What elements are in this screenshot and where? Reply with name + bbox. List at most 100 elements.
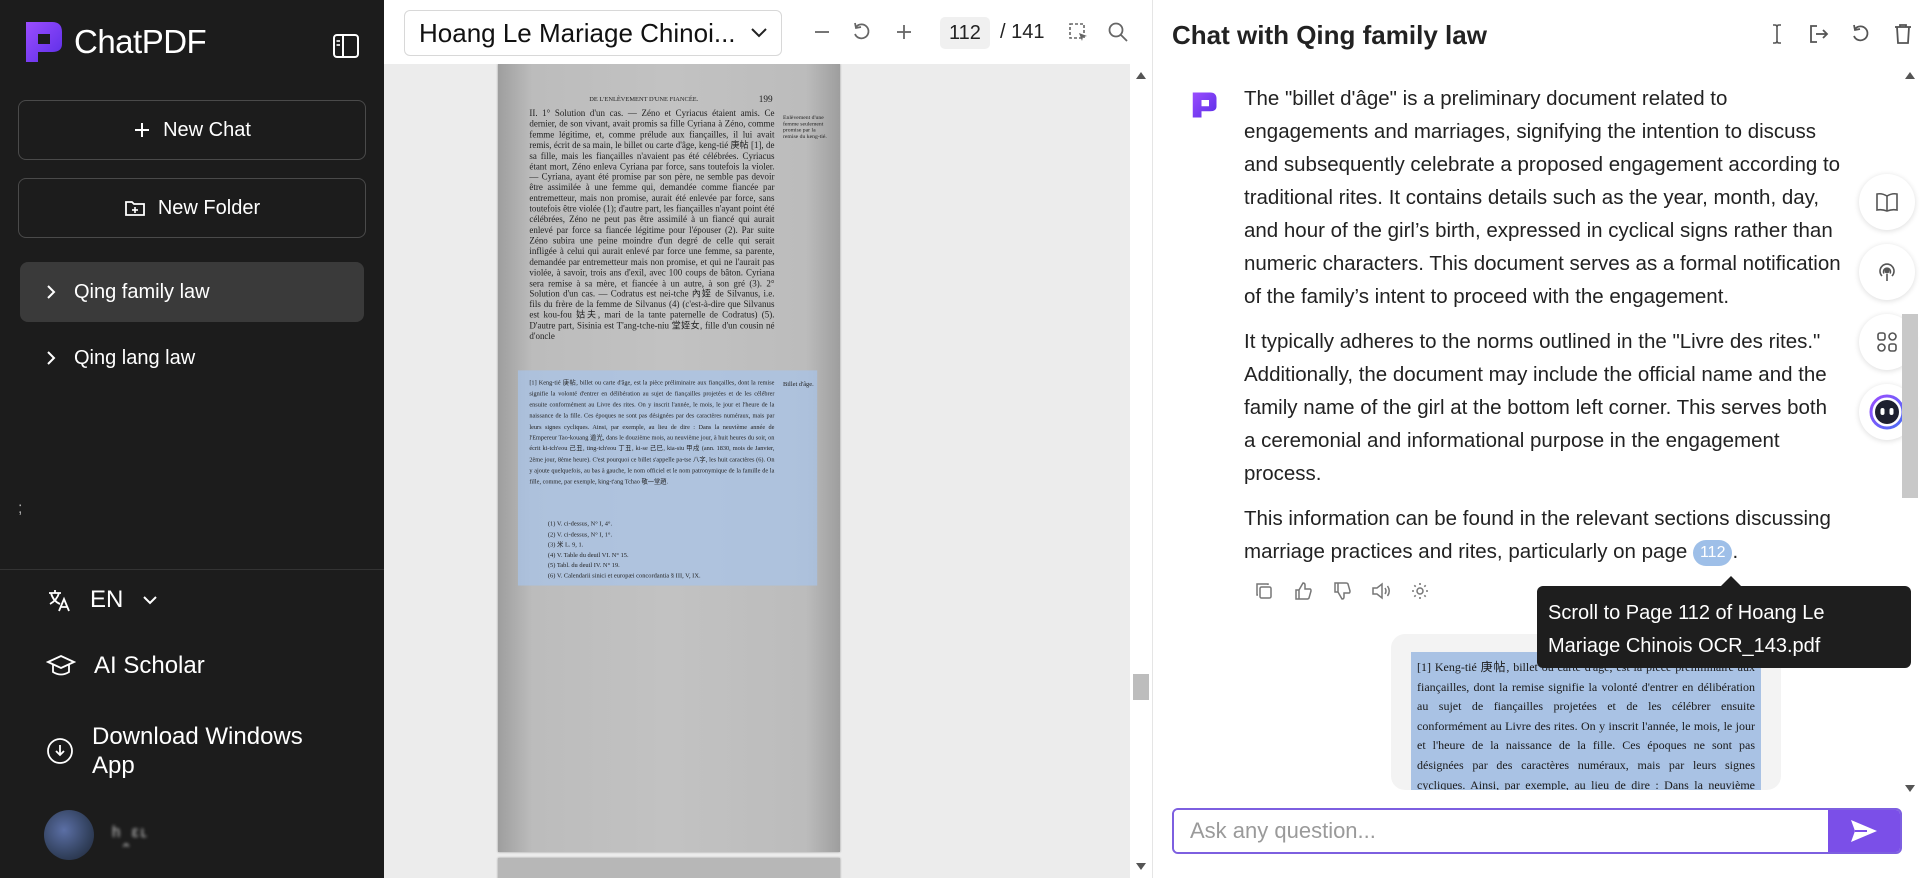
folder-label: Qing lang law: [74, 346, 196, 369]
footnote-margin-note: Billet d'âge.: [783, 380, 814, 388]
refresh-icon: [1853, 24, 1869, 42]
scroll-up-arrow[interactable]: [1136, 72, 1146, 79]
download-circle-icon: [47, 738, 73, 764]
scroll-down-arrow[interactable]: [1905, 785, 1915, 792]
folder-plus-icon: [124, 201, 145, 216]
zoom-in-button[interactable]: [890, 18, 918, 46]
assistant-avatar-icon: [1192, 92, 1217, 118]
app-logo[interactable]: ChatPDF: [18, 18, 207, 66]
stray-mark: ;: [18, 500, 23, 517]
ai-scholar-link[interactable]: AI Scholar: [46, 652, 205, 680]
export-button[interactable]: [1805, 20, 1833, 48]
gear-icon: [1412, 583, 1428, 599]
source-snippet-image: [1] Keng-tié 庚帖, billet ou carte d'âge, …: [1411, 652, 1761, 790]
thumbs-down-icon: [1334, 582, 1351, 600]
download-windows-app-link[interactable]: Download Windows App: [46, 722, 303, 780]
new-folder-button[interactable]: New Folder: [18, 178, 366, 238]
area-select-button[interactable]: [1064, 18, 1092, 46]
send-button[interactable]: [1828, 810, 1900, 852]
sidebar-item-qing-family-law[interactable]: Qing family law: [20, 262, 364, 322]
page-total: / 141: [1000, 21, 1045, 43]
graduation-cap-icon: [46, 655, 76, 676]
translate-icon: [49, 590, 70, 612]
send-icon: [1851, 820, 1877, 842]
open-book-icon: [1876, 192, 1898, 212]
pdf-page-content: DE L'ENLÈVEMENT D'UNE FIANCÉE. 199 Enlèv…: [498, 64, 840, 852]
language-selector[interactable]: EN: [46, 586, 159, 614]
document-title: Hoang Le Mariage Chinoi...: [419, 17, 736, 48]
text-cursor-icon: [1773, 24, 1781, 44]
page-running-header: DE L'ENLÈVEMENT D'UNE FIANCÉE.: [589, 95, 699, 103]
scrollbar-thumb[interactable]: [1902, 314, 1918, 498]
scroll-up-arrow[interactable]: [1905, 72, 1915, 79]
chat-title: Chat with Qing family law: [1172, 20, 1487, 50]
copy-button[interactable]: [1253, 580, 1275, 602]
chevron-right-icon: [47, 285, 56, 299]
ai-scholar-label: AI Scholar: [94, 652, 205, 679]
download-label: Download Windows App: [92, 723, 303, 779]
trash-icon: [1895, 24, 1911, 44]
broadcast-icon: [1879, 263, 1895, 281]
chevron-down-icon: [143, 596, 158, 605]
message-paragraph: This information can be found in the rel…: [1244, 502, 1844, 568]
new-chat-label: New Chat: [163, 118, 251, 141]
viewer-scrollbar[interactable]: [1130, 64, 1152, 878]
sidebar-divider: [0, 569, 384, 570]
assistant-message: The "billet d'âge" is a preliminary docu…: [1244, 82, 1844, 580]
copy-icon: [1256, 583, 1272, 599]
thumbs-up-icon: [1295, 582, 1312, 600]
sidebar-toggle-button[interactable]: [330, 30, 362, 62]
dislike-button[interactable]: [1331, 580, 1353, 602]
sidebar-toggle-icon: [333, 34, 359, 58]
question-input[interactable]: [1174, 810, 1828, 852]
speaker-icon: [1372, 582, 1390, 600]
page-reference-tooltip: Scroll to Page 112 of Hoang Le Mariage C…: [1537, 576, 1911, 668]
plus-icon: [897, 25, 911, 39]
avatar: [44, 810, 94, 860]
document-selector[interactable]: Hoang Le Mariage Chinoi...: [404, 10, 782, 56]
like-button[interactable]: [1292, 580, 1314, 602]
message-paragraph: The "billet d'âge" is a preliminary docu…: [1244, 87, 1841, 308]
chevron-down-icon: [751, 28, 767, 38]
rotate-icon: [854, 22, 870, 40]
scroll-down-arrow[interactable]: [1136, 863, 1146, 870]
chat-input-bar: [1172, 808, 1902, 854]
chevron-right-icon: [47, 351, 56, 365]
page-body-text: II. 1° Solution d'un cas. — Zéno et Cyri…: [529, 108, 775, 342]
pdf-page-area[interactable]: DE L'ENLÈVEMENT D'UNE FIANCÉE. 199 Enlèv…: [384, 64, 1130, 878]
minus-icon: [815, 31, 829, 33]
export-icon: [1810, 25, 1829, 43]
reset-chat-button[interactable]: [1847, 20, 1875, 48]
delete-chat-button[interactable]: [1889, 20, 1917, 48]
plus-icon: [135, 123, 150, 137]
sidebar: ChatPDF New Chat New Folder Qing family …: [0, 0, 384, 878]
page-number-input[interactable]: [940, 17, 990, 49]
page-margin-note: Enlèvement d'une femme seulement promise…: [783, 113, 827, 140]
new-chat-button[interactable]: New Chat: [18, 100, 366, 160]
chat-scrollbar[interactable]: [1899, 64, 1920, 792]
new-folder-label: New Folder: [157, 196, 261, 219]
select-area-icon: [1069, 23, 1087, 41]
apps-grid-icon: [1877, 332, 1897, 352]
message-actions: [1253, 580, 1431, 602]
scrollbar-thumb[interactable]: [1133, 674, 1149, 700]
chat-panel: Chat with Qing family law The "billet d'…: [1152, 0, 1920, 878]
sidebar-item-qing-lang-law[interactable]: Qing lang law: [20, 328, 364, 388]
settings-button[interactable]: [1409, 580, 1431, 602]
chatpdf-logo-icon: [26, 22, 62, 62]
folder-label: Qing family law: [74, 280, 210, 303]
text-cursor-button[interactable]: [1763, 20, 1791, 48]
footnote-references: (1) V. ci-dessus, N° I, 4°. (2) V. ci-de…: [547, 520, 701, 580]
source-snippet-text: [1] Keng-tié 庚帖, billet ou carte d'âge, …: [1417, 660, 1755, 790]
page-printed-number: 199: [758, 93, 773, 104]
user-profile[interactable]: ʰꞈᵋᶫ: [44, 810, 149, 860]
pdf-viewer: Hoang Le Mariage Chinoi... / 141: [384, 0, 1152, 878]
search-icon: [1108, 22, 1128, 42]
message-paragraph: It typically adheres to the norms outlin…: [1244, 330, 1828, 485]
language-label: EN: [90, 586, 124, 613]
zoom-out-button[interactable]: [808, 18, 836, 46]
page-reference-chip[interactable]: 112: [1692, 540, 1733, 566]
search-button[interactable]: [1104, 18, 1132, 46]
reset-zoom-button[interactable]: [848, 18, 876, 46]
read-aloud-button[interactable]: [1370, 580, 1392, 602]
